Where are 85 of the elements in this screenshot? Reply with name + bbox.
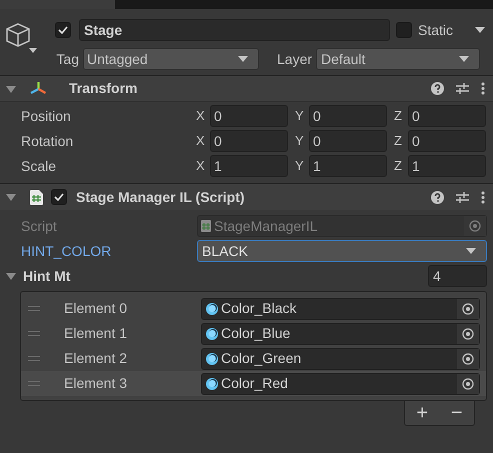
number-field[interactable]: 0 <box>210 105 288 127</box>
material-sphere-icon <box>206 352 218 364</box>
transform-axes-icon <box>30 82 47 96</box>
object-field[interactable]: Color_Black <box>201 298 480 320</box>
axis-label: Z <box>394 157 403 176</box>
axis-label: Y <box>295 132 305 150</box>
list-row[interactable]: Element 3 Color_Red <box>21 371 486 396</box>
axis-label: Y <box>295 157 305 176</box>
tag-dropdown[interactable]: Untagged <box>83 48 259 70</box>
property-label: Scale <box>20 156 58 176</box>
object-field[interactable]: Color_Red <box>201 372 480 394</box>
checkmark-icon <box>58 26 68 34</box>
component-header[interactable]: Transform <box>0 75 493 102</box>
foldout-arrow-icon[interactable] <box>6 84 16 94</box>
number-field[interactable]: 0 <box>309 105 387 127</box>
material-sphere-icon <box>206 328 218 340</box>
name-field[interactable]: Stage <box>79 19 390 41</box>
add-button[interactable]: + <box>414 403 430 423</box>
object-field[interactable]: Color_Blue <box>201 322 480 344</box>
drag-handle-icon[interactable] <box>28 356 40 361</box>
list-row[interactable]: Element 1 Color_Blue <box>21 321 486 346</box>
material-sphere-icon <box>206 302 218 314</box>
more-options-icon[interactable] <box>481 190 485 204</box>
list-row[interactable]: Element 2 Color_Green <box>21 346 486 371</box>
number-field[interactable]: 1 <box>408 155 486 177</box>
number-field[interactable]: 0 <box>210 130 288 152</box>
object-picker-icon[interactable] <box>462 352 474 364</box>
object-picker-icon[interactable] <box>462 302 474 314</box>
layer-label: Layer <box>277 50 312 69</box>
component-header[interactable]: Stage Manager IL (Script) <box>0 183 493 210</box>
help-icon[interactable] <box>431 190 444 204</box>
axis-label: X <box>196 107 206 126</box>
checkmark-icon <box>54 193 64 201</box>
element-label: Element 1 <box>64 324 128 343</box>
script-file-icon <box>201 220 211 232</box>
static-checkbox[interactable] <box>396 22 412 38</box>
number-field[interactable]: 1 <box>309 155 387 177</box>
number-field[interactable]: 0 <box>408 105 486 127</box>
object-picker-icon[interactable] <box>469 220 481 232</box>
script-field: StageManagerIL <box>197 215 487 237</box>
component-title: Stage Manager IL (Script) <box>76 188 245 207</box>
number-field[interactable]: 0 <box>309 130 387 152</box>
axis-label: Z <box>394 107 403 126</box>
axis-label: X <box>196 132 206 150</box>
help-icon[interactable] <box>431 82 444 95</box>
property-label: Script <box>20 216 58 236</box>
drag-handle-icon[interactable] <box>28 331 40 336</box>
caret-icon <box>238 56 248 62</box>
property-label: HINT_COLOR <box>20 242 112 261</box>
active-checkbox[interactable] <box>55 22 71 38</box>
material-sphere-icon <box>206 378 218 390</box>
tag-label: Tag <box>55 50 80 69</box>
drag-handle-icon[interactable] <box>28 306 40 311</box>
remove-button[interactable]: − <box>448 403 465 423</box>
caret-icon <box>459 56 470 62</box>
foldout-arrow-icon[interactable] <box>6 271 16 281</box>
number-field[interactable]: 0 <box>408 130 486 152</box>
script-file-icon <box>30 190 43 204</box>
element-label: Element 2 <box>64 349 128 368</box>
enabled-checkbox[interactable] <box>51 189 67 205</box>
property-label: Rotation <box>20 132 74 150</box>
preset-sliders-icon[interactable] <box>456 82 469 95</box>
enum-dropdown[interactable]: BLACK <box>197 240 487 262</box>
axis-label: Y <box>295 107 305 126</box>
list-row[interactable]: Element 0 Color_Black <box>21 296 486 321</box>
list-label[interactable]: Hint Mt <box>23 266 70 286</box>
object-field[interactable]: Color_Green <box>201 348 480 370</box>
layer-dropdown[interactable]: Default <box>316 48 480 70</box>
more-options-icon[interactable] <box>481 82 485 95</box>
preset-sliders-icon[interactable] <box>456 190 469 204</box>
list-size-field[interactable]: 4 <box>428 265 487 287</box>
element-label: Element 3 <box>64 374 128 393</box>
object-picker-icon[interactable] <box>462 328 474 340</box>
property-label: Position <box>20 106 72 126</box>
axis-label: Z <box>394 132 403 150</box>
static-dropdown-caret-icon <box>475 27 485 33</box>
element-label: Element 0 <box>64 299 128 318</box>
foldout-arrow-icon[interactable] <box>6 192 16 202</box>
drag-handle-icon[interactable] <box>28 381 40 386</box>
static-label: Static <box>418 20 454 40</box>
object-picker-icon[interactable] <box>462 378 474 390</box>
axis-label: X <box>196 157 206 176</box>
caret-icon <box>466 248 476 254</box>
component-title: Transform <box>69 79 138 98</box>
number-field[interactable]: 1 <box>210 155 288 177</box>
